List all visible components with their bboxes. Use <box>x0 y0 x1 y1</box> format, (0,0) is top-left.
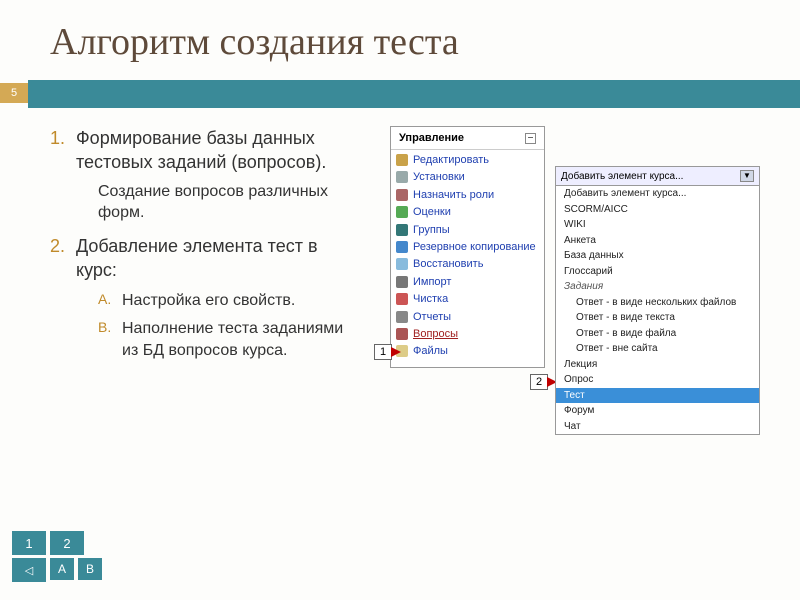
item-icon <box>396 189 408 201</box>
title-area: Алгоритм создания теста <box>0 0 800 74</box>
outline-text: Добавление элемента тест в курс: <box>76 236 318 280</box>
admin-item-label: Установки <box>413 171 465 183</box>
admin-item-label: Файлы <box>413 345 448 357</box>
outline-lit: B. <box>98 318 111 337</box>
dropdown-option[interactable]: Добавить элемент курса... <box>556 186 759 202</box>
nav-button-1[interactable]: 1 <box>12 531 46 555</box>
outline-subtext: Создание вопросов различных форм. <box>98 181 360 224</box>
outline-item-1: 1. Формирование базы данных тестовых зад… <box>50 126 360 224</box>
outline-subtext: Настройка его свойств. <box>122 292 295 309</box>
dropdown-header[interactable]: Добавить элемент курса... ▼ <box>556 167 759 186</box>
admin-item-label: Назначить роли <box>413 189 494 201</box>
dropdown-option[interactable]: Тест <box>556 388 759 404</box>
outline-lit: A. <box>98 290 111 309</box>
admin-item[interactable]: Импорт <box>395 274 540 291</box>
admin-list: Редактировать Установки Назначить роли Оцен… <box>391 150 544 367</box>
item-icon <box>396 276 408 288</box>
dropdown-section: Задания <box>556 279 759 295</box>
admin-item-label: Чистка <box>413 293 448 305</box>
admin-item-label: Импорт <box>413 276 451 288</box>
callout-1: 1 <box>374 344 392 360</box>
dropdown-option[interactable]: Форум <box>556 403 759 419</box>
chevron-down-icon[interactable]: ▼ <box>740 170 754 182</box>
item-icon <box>396 311 408 323</box>
admin-item-label: Группы <box>413 224 450 236</box>
dropdown-option[interactable]: WIKI <box>556 217 759 233</box>
dropdown-option[interactable]: Ответ - в виде нескольких файлов <box>556 295 759 311</box>
admin-item[interactable]: Файлы <box>395 343 540 360</box>
admin-panel: Управление – Редактировать Установки Назна… <box>390 126 545 368</box>
outline-list: 1. Формирование базы данных тестовых зад… <box>50 126 360 361</box>
admin-item[interactable]: Чистка <box>395 291 540 308</box>
admin-item[interactable]: Установки <box>395 169 540 186</box>
admin-item[interactable]: Отчеты <box>395 309 540 326</box>
callout-2: 2 <box>530 374 548 390</box>
admin-item[interactable]: Редактировать <box>395 152 540 169</box>
footer-nav: 1 2 ◁ A B <box>12 531 102 582</box>
item-icon <box>396 328 408 340</box>
slide-title: Алгоритм создания теста <box>50 20 770 64</box>
item-icon <box>396 171 408 183</box>
outline-num: 2. <box>50 234 65 258</box>
nav-button-2[interactable]: 2 <box>50 531 84 555</box>
dropdown-panel: Добавить элемент курса... ▼ Добавить эле… <box>555 166 760 435</box>
dropdown-option[interactable]: Глоссарий <box>556 264 759 280</box>
page-number-badge: 5 <box>0 83 28 103</box>
outline-subtext: Наполнение теста заданиями из БД вопросо… <box>122 320 343 359</box>
admin-item[interactable]: Резервное копирование <box>395 239 540 256</box>
admin-item-label: Оценки <box>413 206 451 218</box>
dropdown-option[interactable]: Анкета <box>556 233 759 249</box>
admin-item-label: Вопросы <box>413 328 458 340</box>
admin-item[interactable]: Восстановить <box>395 256 540 273</box>
dropdown-list: Добавить элемент курса...SCORM/AICCWIKIА… <box>556 186 759 434</box>
dropdown-option[interactable]: Ответ - вне сайта <box>556 341 759 357</box>
dropdown-option[interactable]: Лекция <box>556 357 759 373</box>
arrow-icon <box>391 347 401 357</box>
item-icon <box>396 293 408 305</box>
nav-button-b[interactable]: B <box>78 558 102 580</box>
admin-item[interactable]: Вопросы <box>395 326 540 343</box>
dropdown-option[interactable]: База данных <box>556 248 759 264</box>
dropdown-option[interactable]: Опрос <box>556 372 759 388</box>
outline-text: Формирование базы данных тестовых задани… <box>76 128 326 172</box>
admin-item-label: Восстановить <box>413 258 483 270</box>
outline-num: 1. <box>50 126 65 150</box>
content-area: 1. Формирование базы данных тестовых зад… <box>0 108 800 371</box>
item-icon <box>396 154 408 166</box>
admin-item-label: Резервное копирование <box>413 241 536 253</box>
accent-bar: 5 <box>28 80 800 108</box>
admin-item-label: Редактировать <box>413 154 489 166</box>
outline-subitem-a: A. Настройка его свойств. <box>98 290 360 312</box>
nav-button-a[interactable]: A <box>50 558 74 580</box>
admin-panel-header: Управление – <box>391 127 544 150</box>
admin-item-label: Отчеты <box>413 311 451 323</box>
outline-item-2: 2. Добавление элемента тест в курс: A. Н… <box>50 234 360 361</box>
illustration-column: Управление – Редактировать Установки Назна… <box>380 126 780 371</box>
nav-back-button[interactable]: ◁ <box>12 558 46 582</box>
dropdown-option[interactable]: SCORM/AICC <box>556 202 759 218</box>
item-icon <box>396 206 408 218</box>
outline-column: 1. Формирование базы данных тестовых зад… <box>50 126 360 371</box>
dropdown-option[interactable]: Чат <box>556 419 759 435</box>
dropdown-option[interactable]: Ответ - в виде текста <box>556 310 759 326</box>
item-icon <box>396 241 408 253</box>
admin-item[interactable]: Группы <box>395 222 540 239</box>
collapse-icon[interactable]: – <box>525 133 536 144</box>
admin-panel-title: Управление <box>399 132 464 144</box>
admin-item[interactable]: Назначить роли <box>395 187 540 204</box>
outline-subitem-b: B. Наполнение теста заданиями из БД вопр… <box>98 318 360 361</box>
admin-item[interactable]: Оценки <box>395 204 540 221</box>
item-icon <box>396 258 408 270</box>
dropdown-option[interactable]: Ответ - в виде файла <box>556 326 759 342</box>
item-icon <box>396 224 408 236</box>
outline-sublist: A. Настройка его свойств. B. Наполнение … <box>98 290 360 361</box>
dropdown-header-label: Добавить элемент курса... <box>561 171 683 182</box>
